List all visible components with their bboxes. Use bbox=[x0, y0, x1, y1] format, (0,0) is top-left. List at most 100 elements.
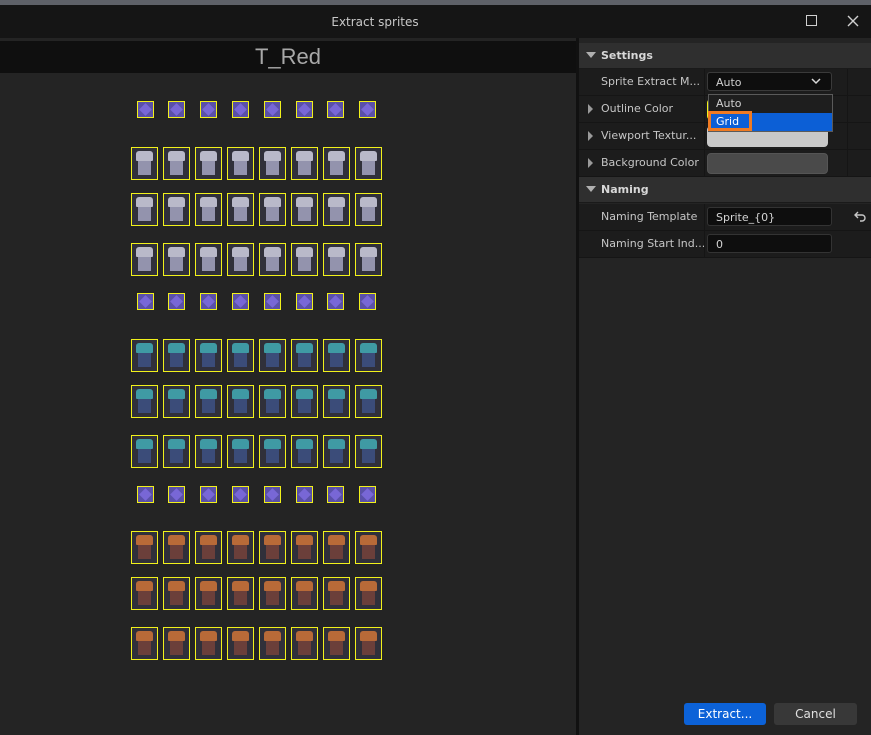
sprite-rect[interactable] bbox=[168, 293, 185, 310]
expand-arrow-icon[interactable] bbox=[588, 104, 593, 114]
sprite-rect[interactable] bbox=[359, 293, 376, 310]
sprite-rect[interactable] bbox=[327, 101, 344, 118]
sprite-rect[interactable] bbox=[227, 385, 254, 418]
sprite-rect[interactable] bbox=[163, 193, 190, 226]
sprite-rect[interactable] bbox=[137, 101, 154, 118]
sprite-rect[interactable] bbox=[163, 627, 190, 660]
sprite-rect[interactable] bbox=[323, 385, 350, 418]
sprite-rect[interactable] bbox=[168, 101, 185, 118]
background-color-swatch[interactable] bbox=[707, 153, 828, 174]
sprite-rect[interactable] bbox=[200, 293, 217, 310]
sprite-rect[interactable] bbox=[291, 577, 318, 610]
sprite-rect[interactable] bbox=[137, 293, 154, 310]
sprite-rect[interactable] bbox=[264, 293, 281, 310]
sprite-rect[interactable] bbox=[359, 486, 376, 503]
column-splitter[interactable] bbox=[704, 96, 705, 122]
sprite-rect[interactable] bbox=[195, 193, 222, 226]
sprite-rect[interactable] bbox=[259, 339, 286, 372]
sprite-rect[interactable] bbox=[259, 627, 286, 660]
sprite-rect[interactable] bbox=[227, 435, 254, 468]
column-splitter[interactable] bbox=[704, 231, 705, 257]
sprite-rect[interactable] bbox=[227, 193, 254, 226]
sprite-rect[interactable] bbox=[232, 486, 249, 503]
expand-arrow-icon[interactable] bbox=[588, 158, 593, 168]
column-splitter[interactable] bbox=[704, 69, 705, 95]
sprite-rect[interactable] bbox=[227, 243, 254, 276]
sprite-rect[interactable] bbox=[259, 147, 286, 180]
sprite-rect[interactable] bbox=[355, 435, 382, 468]
settings-section-header[interactable]: Settings bbox=[579, 43, 871, 69]
sprite-rect[interactable] bbox=[355, 627, 382, 660]
column-splitter[interactable] bbox=[704, 123, 705, 149]
sprite-rect[interactable] bbox=[323, 243, 350, 276]
sprite-rect[interactable] bbox=[195, 339, 222, 372]
sprite-rect[interactable] bbox=[355, 147, 382, 180]
sprite-rect[interactable] bbox=[131, 243, 158, 276]
naming-template-input[interactable]: Sprite_{0} bbox=[707, 207, 832, 226]
sprite-rect[interactable] bbox=[327, 486, 344, 503]
sprite-rect[interactable] bbox=[227, 339, 254, 372]
sprite-rect[interactable] bbox=[195, 435, 222, 468]
sprite-rect[interactable] bbox=[291, 243, 318, 276]
reset-to-default-icon[interactable] bbox=[853, 210, 867, 222]
sprite-rect[interactable] bbox=[355, 339, 382, 372]
sprite-rect[interactable] bbox=[227, 577, 254, 610]
sprite-rect[interactable] bbox=[355, 243, 382, 276]
sprite-rect[interactable] bbox=[131, 385, 158, 418]
naming-section-header[interactable]: Naming bbox=[579, 177, 871, 203]
close-icon[interactable] bbox=[835, 5, 871, 38]
sprite-rect[interactable] bbox=[259, 243, 286, 276]
sprite-rect[interactable] bbox=[232, 101, 249, 118]
sprite-rect[interactable] bbox=[131, 193, 158, 226]
sprite-rect[interactable] bbox=[195, 147, 222, 180]
cancel-button[interactable]: Cancel bbox=[774, 703, 857, 725]
sprite-rect[interactable] bbox=[195, 627, 222, 660]
column-splitter[interactable] bbox=[704, 150, 705, 176]
sprite-rect[interactable] bbox=[137, 486, 154, 503]
sprite-rect[interactable] bbox=[163, 243, 190, 276]
sprite-rect[interactable] bbox=[291, 531, 318, 564]
naming-start-index-input[interactable]: 0 bbox=[707, 234, 832, 253]
sprite-rect[interactable] bbox=[195, 531, 222, 564]
extract-button[interactable]: Extract... bbox=[684, 703, 766, 725]
sprite-rect[interactable] bbox=[131, 339, 158, 372]
collapse-caret-icon[interactable] bbox=[586, 186, 596, 192]
sprite-rect[interactable] bbox=[323, 147, 350, 180]
sprite-rect[interactable] bbox=[232, 293, 249, 310]
sprite-rect[interactable] bbox=[195, 385, 222, 418]
sprite-rect[interactable] bbox=[355, 385, 382, 418]
sprite-rect[interactable] bbox=[259, 193, 286, 226]
sprite-rect[interactable] bbox=[259, 385, 286, 418]
sprite-rect[interactable] bbox=[291, 385, 318, 418]
sprite-rect[interactable] bbox=[163, 577, 190, 610]
sprite-rect[interactable] bbox=[163, 531, 190, 564]
sprite-rect[interactable] bbox=[168, 486, 185, 503]
sprite-rect[interactable] bbox=[323, 435, 350, 468]
sprite-rect[interactable] bbox=[200, 486, 217, 503]
collapse-caret-icon[interactable] bbox=[586, 52, 596, 58]
sprite-rect[interactable] bbox=[227, 627, 254, 660]
sprite-rect[interactable] bbox=[323, 531, 350, 564]
sprite-rect[interactable] bbox=[259, 531, 286, 564]
maximize-icon[interactable] bbox=[793, 5, 829, 38]
sprite-rect[interactable] bbox=[195, 243, 222, 276]
sprite-rect[interactable] bbox=[195, 577, 222, 610]
sprite-rect[interactable] bbox=[264, 486, 281, 503]
sprite-rect[interactable] bbox=[355, 577, 382, 610]
sprite-rect[interactable] bbox=[163, 147, 190, 180]
sprite-rect[interactable] bbox=[291, 147, 318, 180]
sprite-rect[interactable] bbox=[200, 101, 217, 118]
sprite-rect[interactable] bbox=[323, 577, 350, 610]
column-splitter[interactable] bbox=[704, 204, 705, 230]
sprite-rect[interactable] bbox=[291, 435, 318, 468]
sprite-rect[interactable] bbox=[291, 193, 318, 226]
sprite-rect[interactable] bbox=[291, 627, 318, 660]
sprite-rect[interactable] bbox=[323, 193, 350, 226]
sprite-rect[interactable] bbox=[323, 339, 350, 372]
sprite-rect[interactable] bbox=[227, 531, 254, 564]
expand-arrow-icon[interactable] bbox=[588, 131, 593, 141]
sprite-rect[interactable] bbox=[327, 293, 344, 310]
sprite-rect[interactable] bbox=[264, 101, 281, 118]
extract-mode-combo[interactable]: Auto bbox=[707, 72, 832, 91]
sprite-rect[interactable] bbox=[355, 531, 382, 564]
